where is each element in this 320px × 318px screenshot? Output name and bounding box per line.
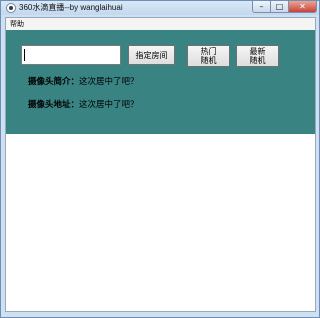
window-title: 360水滴直播--by wanglaihuai <box>19 3 123 12</box>
text-cursor <box>24 49 25 61</box>
hot-random-button[interactable]: 热门 随机 <box>187 45 230 67</box>
minimize-icon: – <box>259 2 264 11</box>
maximize-button[interactable]: □ <box>271 1 289 13</box>
camera-intro-label: 摄像头简介： <box>28 77 80 87</box>
hot-random-line-2: 随机 <box>200 56 217 65</box>
specify-room-label: 指定房间 <box>135 50 168 60</box>
camera-intro-row: 摄像头简介：这次居中了吧？ <box>28 76 139 88</box>
camera-address-value: 这次居中了吧？ <box>79 100 139 110</box>
app-window: 360水滴直播--by wanglaihuai – □ ✕ 帮助 指定房间 热门… <box>0 0 320 318</box>
title-bar[interactable]: 360水滴直播--by wanglaihuai – □ ✕ <box>1 1 319 15</box>
close-icon: ✕ <box>299 2 306 11</box>
minimize-button[interactable]: – <box>252 1 271 13</box>
new-random-line-1: 最新 <box>249 47 266 56</box>
new-random-line-2: 随机 <box>249 56 266 65</box>
maximize-icon: □ <box>275 2 284 11</box>
new-random-button[interactable]: 最新 随机 <box>236 45 279 67</box>
camera-address-label: 摄像头地址： <box>28 100 80 110</box>
client-area: 帮助 指定房间 热门 随机 最新 随机 摄像头简介：这次居中了吧？ 摄像头地址：… <box>5 17 316 312</box>
new-random-label: 最新 随机 <box>250 47 266 65</box>
room-number-input[interactable] <box>21 45 121 65</box>
specify-room-button[interactable]: 指定房间 <box>128 45 175 65</box>
hot-random-label: 热门 随机 <box>201 47 217 65</box>
camera-app-icon[interactable] <box>6 3 16 13</box>
camera-intro-value: 这次居中了吧？ <box>79 77 139 87</box>
menu-item-help[interactable]: 帮助 <box>10 19 24 29</box>
hot-random-line-1: 热门 <box>200 47 217 56</box>
close-button[interactable]: ✕ <box>289 1 317 13</box>
camera-address-row: 摄像头地址：这次居中了吧？ <box>28 99 139 111</box>
